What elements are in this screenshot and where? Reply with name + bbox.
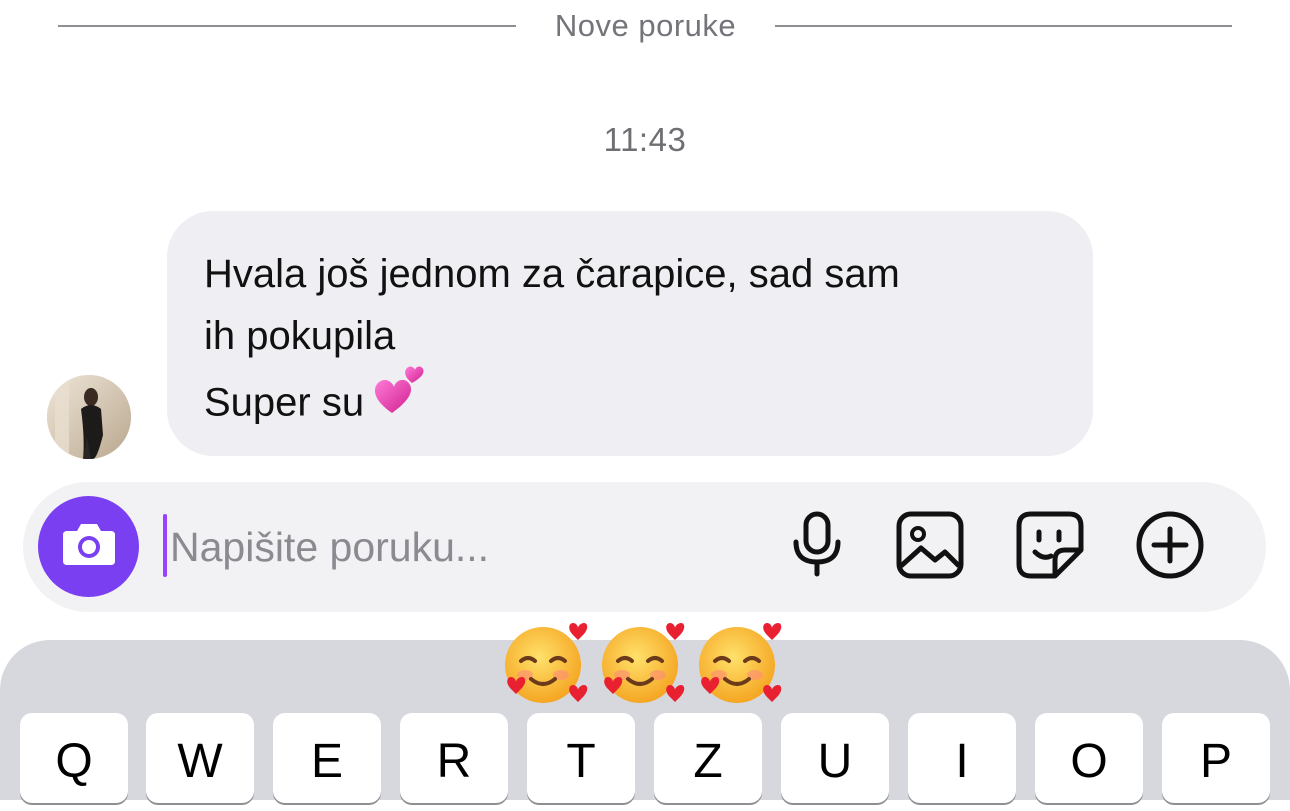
microphone-icon bbox=[787, 510, 847, 585]
two-hearts-icon bbox=[370, 361, 428, 437]
message-text-line-2: ih pokupila bbox=[204, 314, 396, 358]
message-timestamp: 11:43 bbox=[603, 121, 687, 158]
plus-icon bbox=[1135, 510, 1205, 585]
key-p[interactable]: P bbox=[1162, 713, 1270, 803]
message-text-line-1: Hvala još jednom za čarapice, sad sam bbox=[204, 252, 900, 296]
smiling-face-with-hearts-icon bbox=[505, 623, 588, 703]
key-q[interactable]: Q bbox=[20, 713, 128, 803]
divider-line-left bbox=[58, 25, 516, 27]
key-r[interactable]: R bbox=[400, 713, 508, 803]
key-t[interactable]: T bbox=[527, 713, 635, 803]
new-messages-divider-label: Nove poruke bbox=[554, 8, 737, 43]
key-i[interactable]: I bbox=[908, 713, 1016, 803]
message-text-line-3-text: Super su bbox=[204, 380, 365, 425]
sticker-button[interactable] bbox=[1015, 510, 1085, 585]
gallery-icon bbox=[895, 510, 965, 585]
emoji-suggestion-3[interactable] bbox=[691, 617, 787, 713]
smiling-face-with-hearts-icon bbox=[699, 623, 782, 703]
sticker-icon bbox=[1015, 510, 1085, 585]
key-e[interactable]: E bbox=[273, 713, 381, 803]
key-u[interactable]: U bbox=[781, 713, 889, 803]
text-caret bbox=[163, 514, 167, 577]
camera-icon bbox=[59, 519, 119, 574]
key-w[interactable]: W bbox=[146, 713, 254, 803]
microphone-button[interactable] bbox=[782, 510, 852, 585]
key-z[interactable]: Z bbox=[654, 713, 762, 803]
message-input[interactable] bbox=[170, 516, 730, 578]
received-message-bubble[interactable]: Hvala još jednom za čarapice, sad sam ih… bbox=[167, 211, 1093, 456]
emoji-suggestion-2[interactable] bbox=[594, 617, 690, 713]
message-text-line-3: Super su bbox=[204, 366, 1057, 443]
gallery-button[interactable] bbox=[895, 510, 965, 585]
camera-button[interactable] bbox=[38, 496, 139, 597]
key-o[interactable]: O bbox=[1035, 713, 1143, 803]
smiling-face-with-hearts-icon bbox=[602, 623, 685, 703]
divider-line-right bbox=[775, 25, 1232, 27]
sender-avatar[interactable] bbox=[47, 375, 131, 459]
more-button[interactable] bbox=[1135, 510, 1205, 585]
emoji-suggestion-1[interactable] bbox=[497, 617, 593, 713]
